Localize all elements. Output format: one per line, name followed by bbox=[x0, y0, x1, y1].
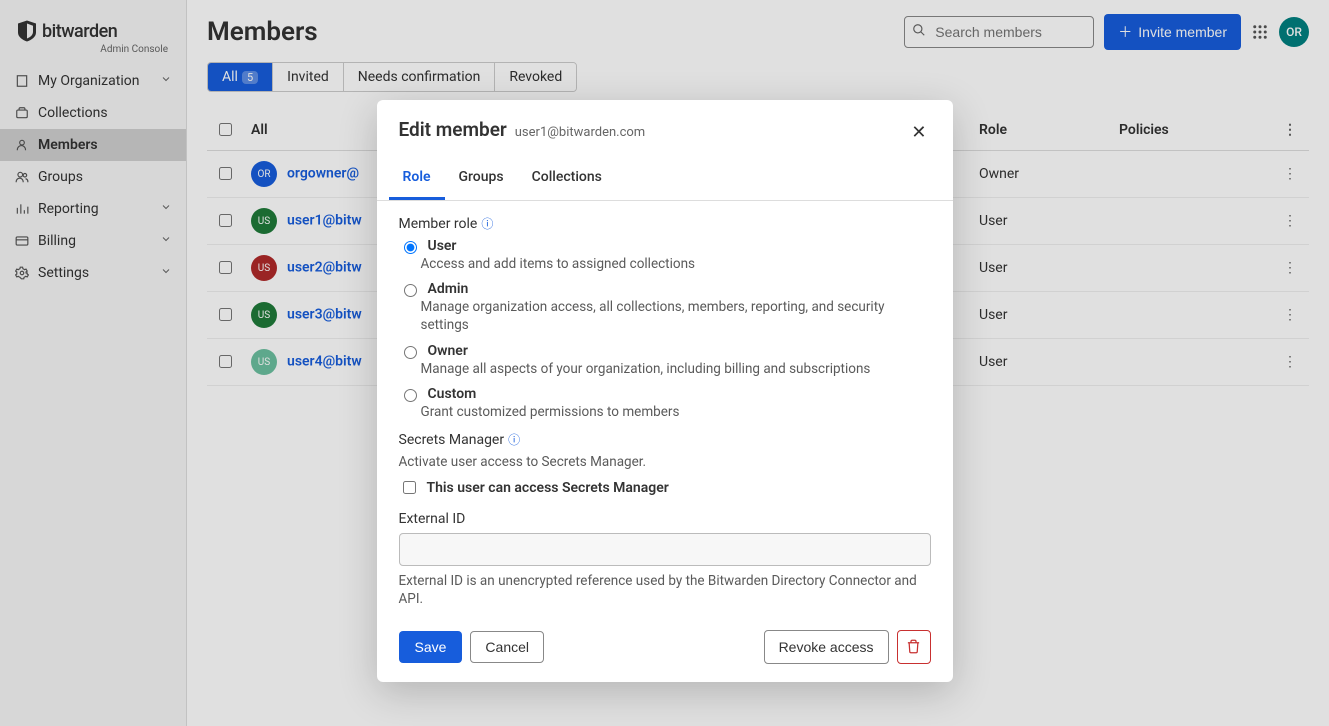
help-icon[interactable]: ⓘ bbox=[508, 431, 520, 448]
modal-subtitle: user1@bitwarden.com bbox=[515, 125, 645, 140]
role-option-custom: CustomGrant customized permissions to me… bbox=[399, 386, 931, 421]
modal-overlay: Edit member user1@bitwarden.com ✕ Role G… bbox=[0, 0, 1329, 726]
role-description: Grant customized permissions to members bbox=[421, 403, 931, 421]
role-radio-custom[interactable] bbox=[404, 389, 417, 402]
role-description: Manage all aspects of your organization,… bbox=[421, 360, 931, 378]
trash-icon bbox=[906, 639, 921, 654]
role-name: Owner bbox=[428, 343, 468, 359]
role-name: Custom bbox=[428, 386, 477, 402]
edit-member-modal: Edit member user1@bitwarden.com ✕ Role G… bbox=[377, 100, 953, 682]
modal-tabs: Role Groups Collections bbox=[377, 157, 953, 201]
role-description: Manage organization access, all collecti… bbox=[421, 298, 931, 334]
role-option-owner: OwnerManage all aspects of your organiza… bbox=[399, 343, 931, 378]
role-name: Admin bbox=[428, 281, 469, 297]
role-radio-user[interactable] bbox=[404, 241, 417, 254]
secrets-manager-checkbox-label[interactable]: This user can access Secrets Manager bbox=[427, 480, 669, 496]
close-icon[interactable]: ✕ bbox=[907, 118, 930, 147]
revoke-access-button[interactable]: Revoke access bbox=[764, 630, 889, 664]
role-radio-owner[interactable] bbox=[404, 346, 417, 359]
role-name: User bbox=[428, 238, 457, 254]
external-id-input[interactable] bbox=[399, 533, 931, 566]
role-option-admin: AdminManage organization access, all col… bbox=[399, 281, 931, 334]
role-radio-admin[interactable] bbox=[404, 284, 417, 297]
tab-role[interactable]: Role bbox=[389, 157, 445, 200]
role-description: Access and add items to assigned collect… bbox=[421, 255, 931, 273]
delete-button[interactable] bbox=[897, 630, 931, 664]
cancel-button[interactable]: Cancel bbox=[470, 631, 544, 663]
modal-title: Edit member bbox=[399, 118, 507, 141]
secrets-manager-label: Secrets Manager ⓘ bbox=[399, 431, 931, 448]
member-role-label: Member role ⓘ bbox=[399, 215, 931, 232]
secrets-manager-desc: Activate user access to Secrets Manager. bbox=[399, 454, 931, 470]
role-option-user: UserAccess and add items to assigned col… bbox=[399, 238, 931, 273]
tab-collections[interactable]: Collections bbox=[518, 157, 616, 200]
external-id-label: External ID bbox=[399, 511, 931, 527]
save-button[interactable]: Save bbox=[399, 631, 463, 663]
tab-groups[interactable]: Groups bbox=[445, 157, 518, 200]
external-id-help: External ID is an unencrypted reference … bbox=[399, 572, 931, 608]
help-icon[interactable]: ⓘ bbox=[481, 215, 493, 232]
secrets-manager-checkbox[interactable] bbox=[403, 481, 416, 494]
